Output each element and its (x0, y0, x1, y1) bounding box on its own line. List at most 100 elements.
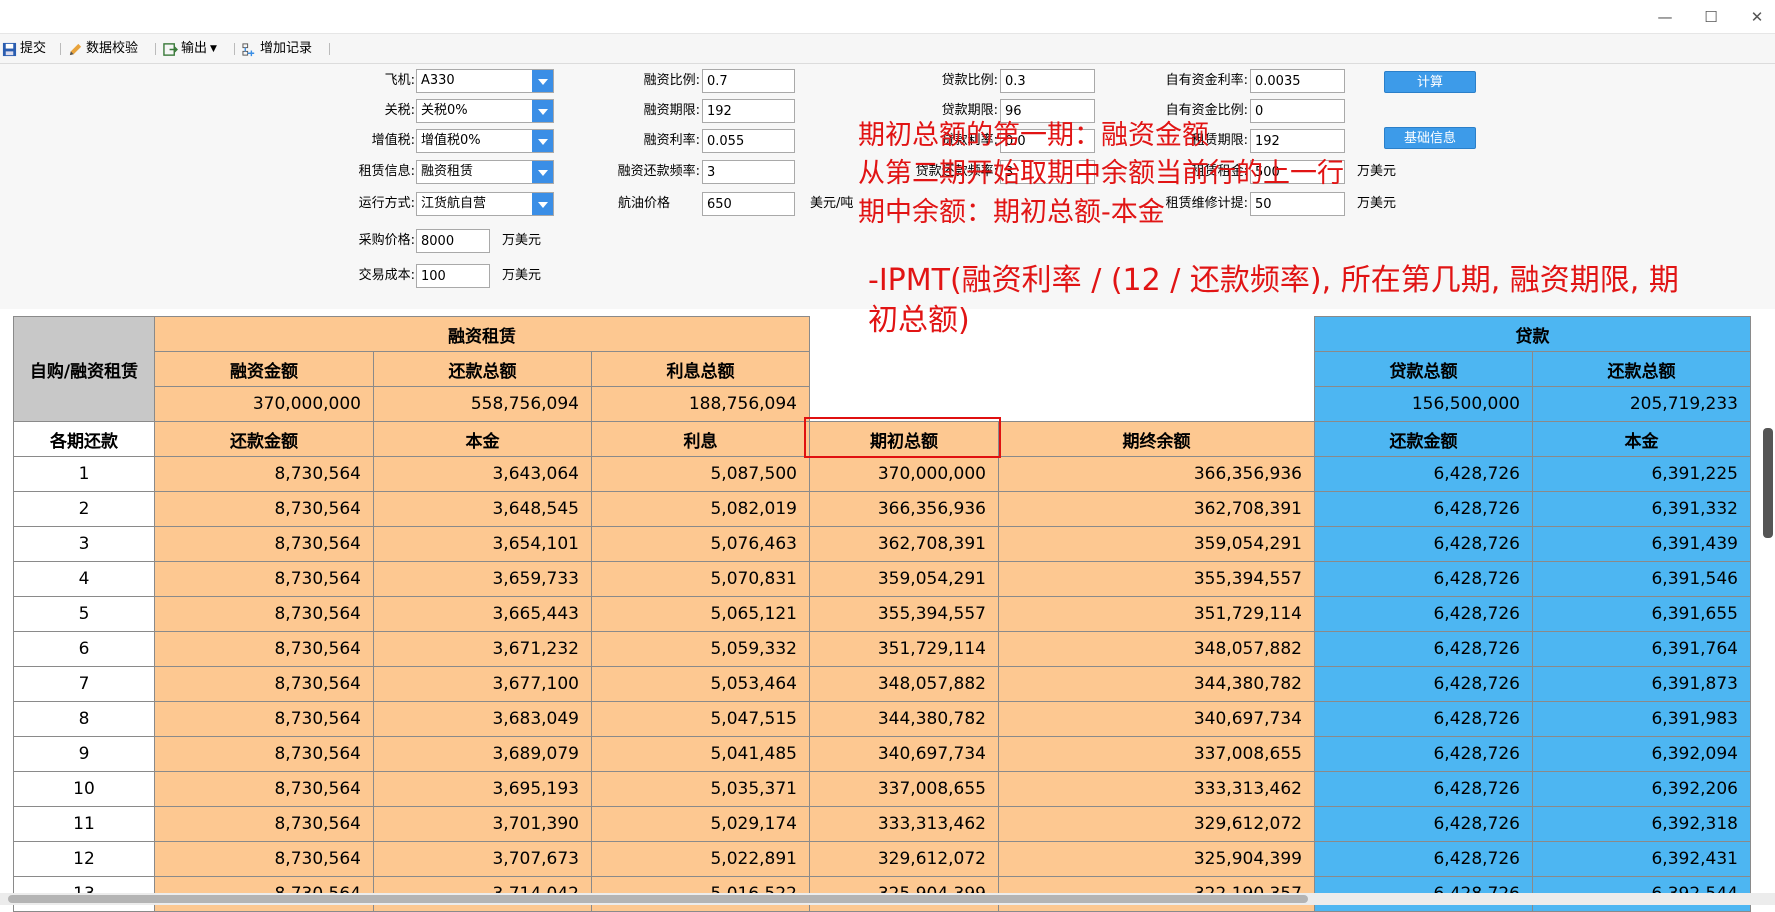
loan-payment-cell[interactable]: 6,428,726 (1314, 561, 1533, 597)
table-row[interactable]: 5 8,730,564 3,665,443 5,065,121 355,394,557 3… (13, 596, 1751, 632)
opening-balance-cell[interactable]: 370,000,000 (809, 456, 999, 492)
table-row[interactable]: 2 8,730,564 3,648,545 5,082,019 366,356,936 3… (13, 491, 1751, 527)
loan-repay-total-value[interactable]: 205,719,233 (1532, 386, 1751, 422)
fin-ratio-input[interactable] (702, 69, 795, 93)
export-button[interactable]: 输出 ▼ (163, 39, 217, 59)
principal-cell[interactable]: 3,683,049 (373, 701, 592, 737)
fin-term-input[interactable] (702, 99, 795, 123)
purchase-price-input[interactable] (416, 229, 490, 253)
loan-principal-cell[interactable]: 6,391,546 (1532, 561, 1751, 597)
payment-cell[interactable]: 8,730,564 (154, 806, 374, 842)
interest-cell[interactable]: 5,029,174 (591, 806, 810, 842)
loan-payment-cell[interactable]: 6,428,726 (1314, 701, 1533, 737)
payment-cell[interactable]: 8,730,564 (154, 841, 374, 877)
opening-balance-cell[interactable]: 359,054,291 (809, 561, 999, 597)
period-cell[interactable]: 11 (13, 806, 155, 842)
fin-rate-input[interactable] (702, 129, 795, 153)
loan-principal-cell[interactable]: 6,391,332 (1532, 491, 1751, 527)
closing-balance-cell[interactable]: 366,356,936 (998, 456, 1315, 492)
table-row[interactable]: 6 8,730,564 3,671,232 5,059,332 351,729,114 3… (13, 631, 1751, 667)
fin-freq-input[interactable] (702, 160, 795, 184)
table-row[interactable]: 1 8,730,564 3,643,064 5,087,500 370,000,000 3… (13, 456, 1751, 492)
loan-principal-cell[interactable]: 6,391,873 (1532, 666, 1751, 702)
closing-balance-cell[interactable]: 355,394,557 (998, 561, 1315, 597)
closing-balance-cell[interactable]: 348,057,882 (998, 631, 1315, 667)
opening-balance-cell[interactable]: 355,394,557 (809, 596, 999, 632)
principal-cell[interactable]: 3,677,100 (373, 666, 592, 702)
loan-principal-cell[interactable]: 6,391,764 (1532, 631, 1751, 667)
opening-balance-cell[interactable]: 362,708,391 (809, 526, 999, 562)
horizontal-scrollbar[interactable] (0, 893, 1775, 905)
loan-principal-cell[interactable]: 6,391,655 (1532, 596, 1751, 632)
principal-cell[interactable]: 3,648,545 (373, 491, 592, 527)
table-row[interactable]: 10 8,730,564 3,695,193 5,035,371 337,008,655… (13, 771, 1751, 807)
loan-payment-cell[interactable]: 6,428,726 (1314, 806, 1533, 842)
loan-payment-cell[interactable]: 6,428,726 (1314, 596, 1533, 632)
opening-balance-cell[interactable]: 348,057,882 (809, 666, 999, 702)
table-row[interactable]: 4 8,730,564 3,659,733 5,070,831 359,054,291 3… (13, 561, 1751, 597)
principal-cell[interactable]: 3,689,079 (373, 736, 592, 772)
period-cell[interactable]: 2 (13, 491, 155, 527)
period-cell[interactable]: 4 (13, 561, 155, 597)
payment-cell[interactable]: 8,730,564 (154, 666, 374, 702)
closing-balance-cell[interactable]: 333,313,462 (998, 771, 1315, 807)
aircraft-select[interactable]: A330 (416, 69, 554, 93)
interest-total-value[interactable]: 188,756,094 (591, 386, 810, 422)
interest-cell[interactable]: 5,047,515 (591, 701, 810, 737)
interest-cell[interactable]: 5,070,831 (591, 561, 810, 597)
table-row[interactable]: 9 8,730,564 3,689,079 5,041,485 340,697,734 3… (13, 736, 1751, 772)
payment-cell[interactable]: 8,730,564 (154, 596, 374, 632)
loan-payment-cell[interactable]: 6,428,726 (1314, 771, 1533, 807)
closing-balance-cell[interactable]: 325,904,399 (998, 841, 1315, 877)
vertical-scroll-thumb[interactable] (1763, 428, 1773, 538)
payment-cell[interactable]: 8,730,564 (154, 736, 374, 772)
chevron-down-icon[interactable] (532, 193, 553, 215)
loan-payment-cell[interactable]: 6,428,726 (1314, 456, 1533, 492)
closing-balance-cell[interactable]: 362,708,391 (998, 491, 1315, 527)
maximize-button[interactable]: ☐ (1696, 6, 1726, 28)
loan-principal-cell[interactable]: 6,392,318 (1532, 806, 1751, 842)
interest-cell[interactable]: 5,041,485 (591, 736, 810, 772)
period-cell[interactable]: 3 (13, 526, 155, 562)
closing-balance-cell[interactable]: 340,697,734 (998, 701, 1315, 737)
opening-balance-cell[interactable]: 329,612,072 (809, 841, 999, 877)
interest-cell[interactable]: 5,082,019 (591, 491, 810, 527)
payment-cell[interactable]: 8,730,564 (154, 491, 374, 527)
loan-total-value[interactable]: 156,500,000 (1314, 386, 1533, 422)
interest-cell[interactable]: 5,022,891 (591, 841, 810, 877)
closing-balance-cell[interactable]: 329,612,072 (998, 806, 1315, 842)
lease-info-select[interactable]: 融资租赁 (416, 160, 554, 184)
fin-amount-value[interactable]: 370,000,000 (154, 386, 374, 422)
interest-cell[interactable]: 5,087,500 (591, 456, 810, 492)
add-record-button[interactable]: 增加记录 (242, 39, 312, 59)
principal-cell[interactable]: 3,671,232 (373, 631, 592, 667)
principal-cell[interactable]: 3,643,064 (373, 456, 592, 492)
payment-cell[interactable]: 8,730,564 (154, 701, 374, 737)
table-row[interactable]: 12 8,730,564 3,707,673 5,022,891 329,612,072… (13, 841, 1751, 877)
opening-balance-cell[interactable]: 344,380,782 (809, 701, 999, 737)
vat-select[interactable]: 增值税0% (416, 129, 554, 153)
table-row[interactable]: 8 8,730,564 3,683,049 5,047,515 344,380,782 3… (13, 701, 1751, 737)
period-cell[interactable]: 9 (13, 736, 155, 772)
period-cell[interactable]: 12 (13, 841, 155, 877)
loan-principal-cell[interactable]: 6,391,225 (1532, 456, 1751, 492)
minimize-button[interactable]: — (1650, 6, 1680, 28)
loan-payment-cell[interactable]: 6,428,726 (1314, 631, 1533, 667)
opening-balance-cell[interactable]: 340,697,734 (809, 736, 999, 772)
principal-cell[interactable]: 3,665,443 (373, 596, 592, 632)
payment-cell[interactable]: 8,730,564 (154, 771, 374, 807)
table-row[interactable]: 11 8,730,564 3,701,390 5,029,174 333,313,462… (13, 806, 1751, 842)
validate-button[interactable]: 数据校验 (68, 39, 138, 59)
interest-cell[interactable]: 5,035,371 (591, 771, 810, 807)
period-cell[interactable]: 1 (13, 456, 155, 492)
loan-payment-cell[interactable]: 6,428,726 (1314, 841, 1533, 877)
period-cell[interactable]: 10 (13, 771, 155, 807)
period-cell[interactable]: 7 (13, 666, 155, 702)
principal-cell[interactable]: 3,707,673 (373, 841, 592, 877)
close-button[interactable]: ✕ (1742, 6, 1772, 28)
principal-cell[interactable]: 3,654,101 (373, 526, 592, 562)
maint-input[interactable] (1250, 192, 1345, 216)
loan-principal-cell[interactable]: 6,392,094 (1532, 736, 1751, 772)
lease-term-input[interactable] (1250, 129, 1345, 153)
chevron-down-icon[interactable] (532, 161, 553, 183)
